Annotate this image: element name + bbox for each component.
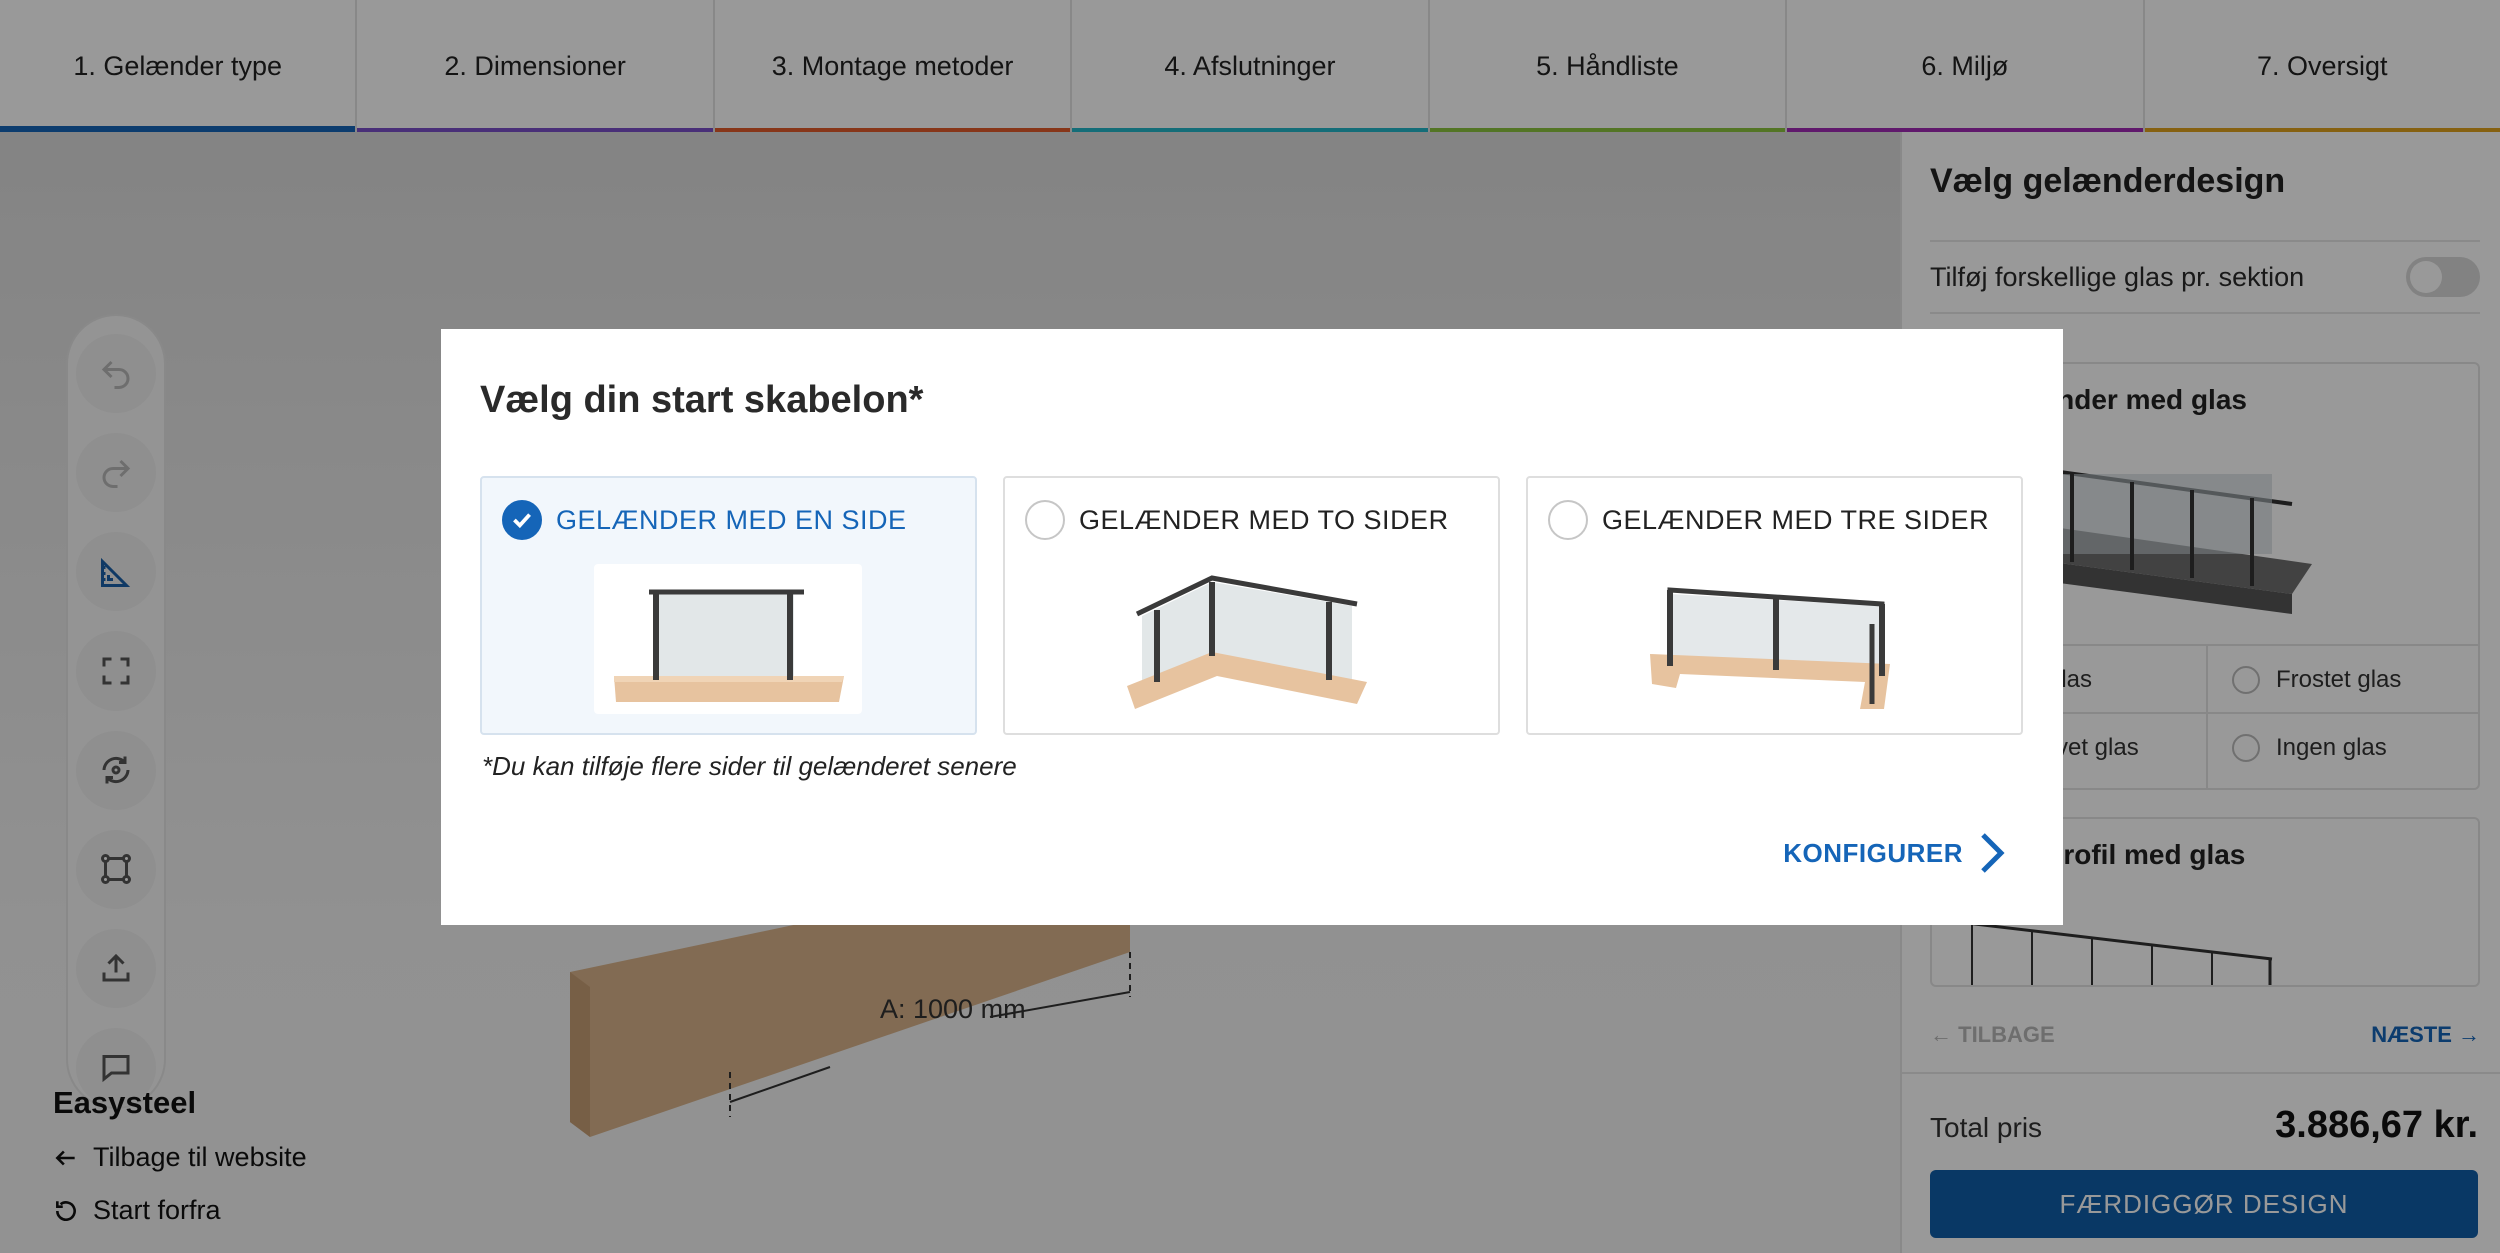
- template-option-one-side[interactable]: GELÆNDER MED EN SIDE: [480, 476, 977, 735]
- one-side-railing-image: [594, 564, 862, 714]
- template-note: *Du kan tilføje flere sider til gelænder…: [482, 751, 1017, 781]
- radio-unchecked[interactable]: [1548, 500, 1588, 540]
- option-label: GELÆNDER MED EN SIDE: [556, 505, 907, 535]
- template-option-two-sides[interactable]: GELÆNDER MED TO SIDER: [1003, 476, 1500, 735]
- chevron-right-icon: [1981, 833, 2005, 873]
- modal-title: Vælg din start skabelon*: [480, 379, 924, 421]
- template-modal: Vælg din start skabelon* GELÆNDER MED EN…: [441, 329, 2063, 925]
- option-label: GELÆNDER MED TRE SIDER: [1602, 505, 1990, 535]
- radio-checked[interactable]: [502, 500, 542, 540]
- checkmark-icon: [513, 513, 531, 529]
- radio-unchecked[interactable]: [1025, 500, 1065, 540]
- option-label: GELÆNDER MED TO SIDER: [1079, 505, 1449, 535]
- configure-label: KONFIGURER: [1783, 837, 1963, 868]
- template-option-three-sides[interactable]: GELÆNDER MED TRE SIDER: [1526, 476, 2023, 735]
- configure-button[interactable]: KONFIGURER: [1783, 831, 2007, 875]
- two-sides-railing-image: [1127, 575, 1367, 709]
- three-sides-railing-image: [1650, 587, 1890, 709]
